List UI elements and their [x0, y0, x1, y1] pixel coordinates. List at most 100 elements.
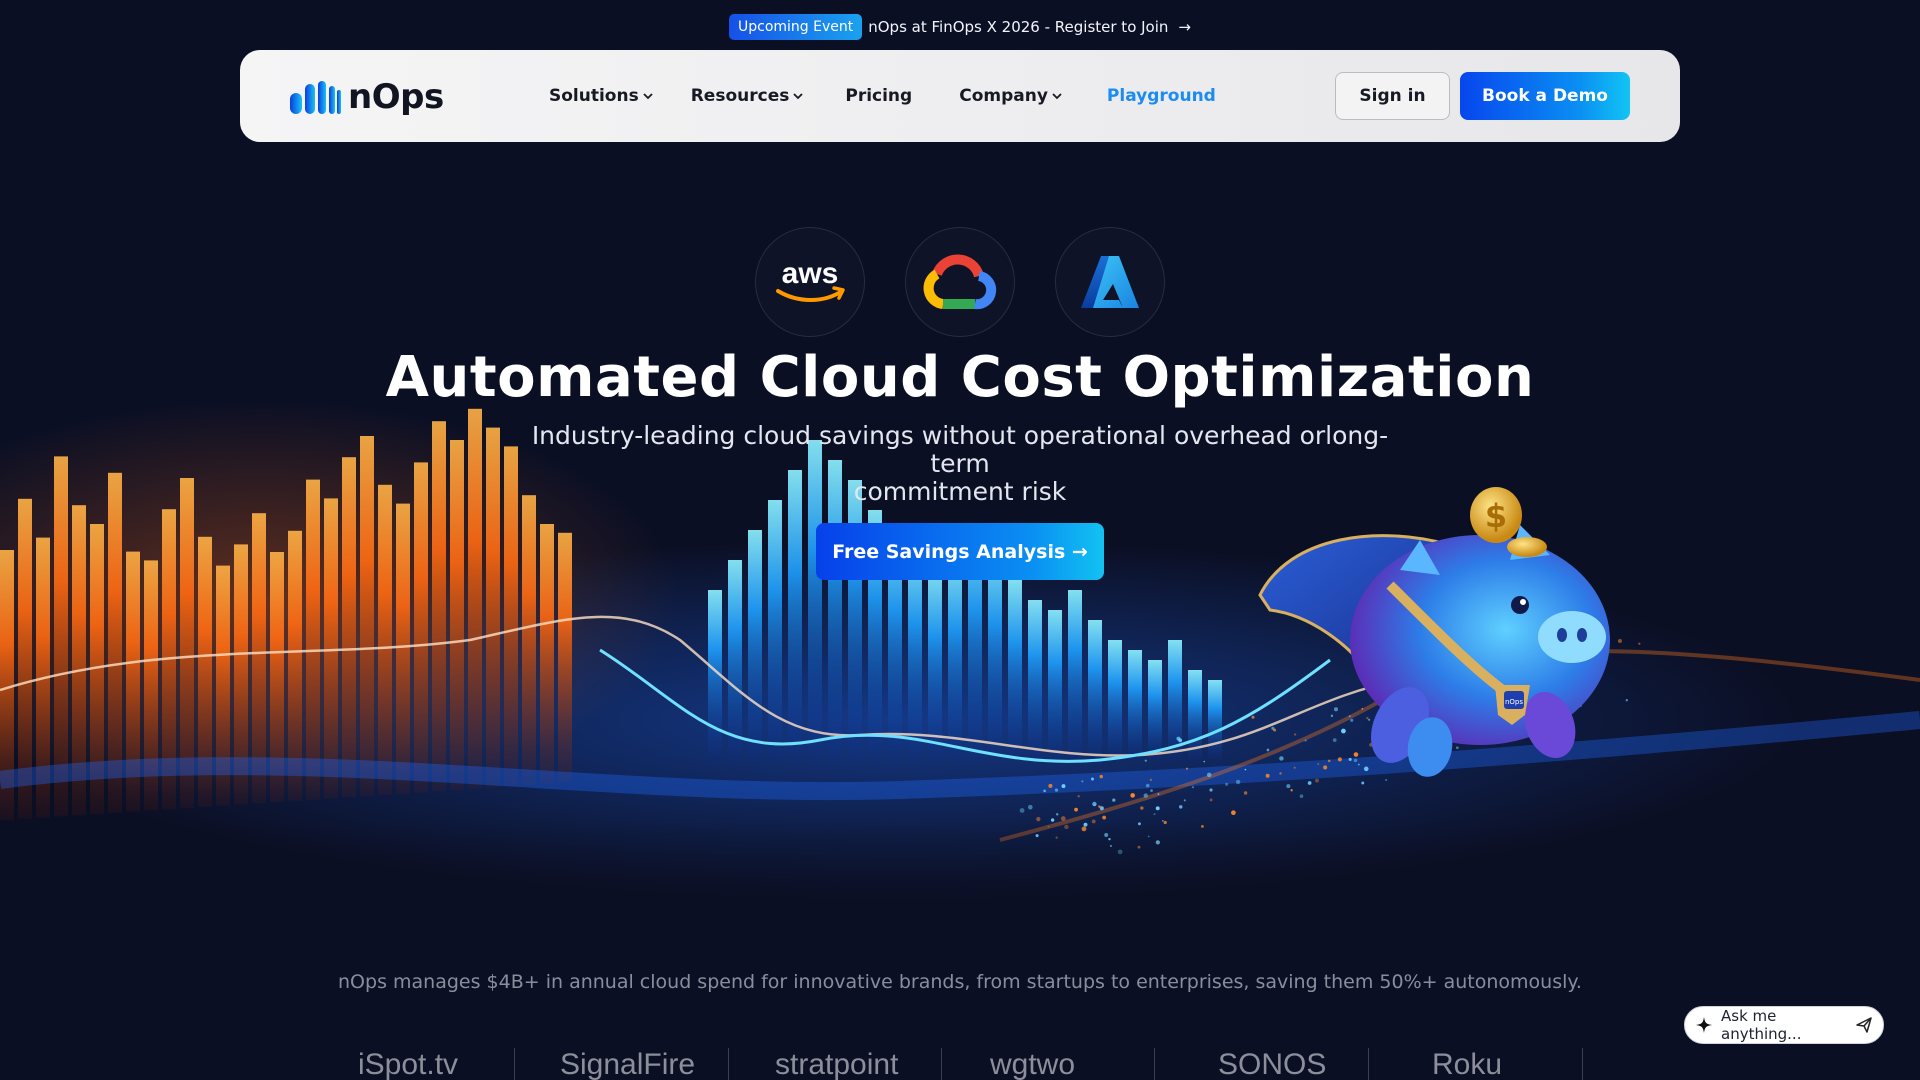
nops-logo[interactable]: nOps	[290, 77, 444, 117]
decorative-blue-bar	[948, 560, 962, 760]
aws-text: aws	[782, 257, 839, 290]
decorative-spark	[1178, 805, 1183, 809]
decorative-spark	[1155, 806, 1160, 811]
decorative-spark	[1081, 780, 1084, 783]
decorative-spark	[1092, 801, 1097, 807]
logo-divider	[514, 1048, 515, 1080]
customer-logo-signalfire: SignalFire	[560, 1048, 696, 1080]
decorative-spark	[1231, 810, 1236, 816]
decorative-blue-bar	[1028, 600, 1042, 760]
decorative-spark	[1206, 772, 1212, 778]
decorative-blue-bar	[1128, 650, 1142, 760]
azure-icon	[1081, 256, 1139, 308]
nav-solutions-label: Solutions	[549, 86, 639, 106]
decorative-spark	[1191, 786, 1195, 789]
hero-subtitle-line2: commitment risk	[853, 477, 1067, 506]
decorative-blue-bar	[1068, 590, 1082, 760]
decorative-spark	[1157, 793, 1160, 795]
svg-text:$: $	[1485, 497, 1507, 535]
logo-divider	[1154, 1048, 1155, 1080]
decorative-blue-bar	[1208, 680, 1222, 760]
decorative-spark	[1299, 794, 1304, 798]
decorative-spark	[1203, 760, 1206, 763]
event-badge: Upcoming Event	[728, 14, 863, 40]
logo-divider	[1582, 1048, 1583, 1080]
decorative-blue-bar	[908, 550, 922, 760]
sparkle-icon	[1696, 1017, 1712, 1033]
customer-logo-wgtwo: wgtwo	[990, 1048, 1076, 1080]
decorative-blue-bar	[748, 530, 762, 760]
decorative-orange-bar	[360, 436, 374, 796]
decorative-orange-bar	[540, 524, 554, 784]
customer-logos-strip: iSpot.tv SignalFire stratpoint wgtwo SON…	[310, 1040, 1610, 1080]
google-cloud-icon	[923, 254, 997, 310]
stats-text: nOps manages $4B+ in annual cloud spend …	[338, 971, 1582, 993]
decorative-spark	[1048, 783, 1053, 788]
nav-company[interactable]: Company	[959, 86, 1062, 106]
decorative-spark	[1091, 777, 1094, 781]
decorative-spark	[1055, 813, 1059, 816]
decorative-blue-bar	[768, 500, 782, 760]
decorative-spark	[1209, 788, 1213, 792]
decorative-spark	[1061, 784, 1066, 789]
nav-resources[interactable]: Resources	[691, 86, 804, 106]
decorative-orange-bar	[450, 440, 464, 790]
decorative-blue-bar	[848, 480, 862, 760]
nav-pricing[interactable]: Pricing	[845, 86, 912, 106]
nops-logo-icon	[290, 81, 341, 114]
mascot-badge-text: nOps	[1505, 698, 1523, 706]
decorative-orange-bar	[378, 484, 392, 795]
decorative-spark	[1019, 808, 1025, 813]
chat-placeholder: Ask me anything...	[1721, 1007, 1802, 1043]
piggy-bank-mascot-icon: nOps $	[1258, 487, 1610, 777]
logo-divider	[728, 1048, 729, 1080]
nav-playground[interactable]: Playground	[1107, 86, 1216, 106]
decorative-blue-bar	[1088, 620, 1102, 760]
nav-playground-label: Playground	[1106, 86, 1216, 106]
nav-resources-label: Resources	[690, 86, 790, 106]
decorative-spark	[1074, 807, 1078, 812]
decorative-blue-bar	[728, 560, 742, 760]
nav-solutions[interactable]: Solutions	[549, 86, 653, 106]
send-icon[interactable]	[1855, 1016, 1873, 1034]
decorative-spark	[1225, 782, 1229, 786]
decorative-spark	[1149, 778, 1153, 782]
announcement-text[interactable]: nOps at FinOps X 2026 - Register to Join	[868, 18, 1168, 36]
decorative-spark	[1153, 813, 1156, 816]
sign-in-button[interactable]: Sign in	[1335, 72, 1450, 120]
decorative-spark	[1150, 789, 1153, 793]
customer-logo-roku: Roku	[1432, 1048, 1503, 1080]
google-cloud-provider-badge	[905, 227, 1015, 337]
decorative-spark	[1638, 642, 1641, 645]
decorative-orange-bar	[54, 456, 68, 817]
chevron-down-icon	[793, 93, 803, 100]
nav-company-label: Company	[959, 86, 1048, 106]
decorative-spark	[1243, 791, 1248, 795]
book-demo-button[interactable]: Book a Demo	[1460, 72, 1630, 120]
announcement-bar[interactable]: Upcoming Event nOps at FinOps X 2026 - R…	[0, 13, 1920, 41]
decorative-spark	[1244, 768, 1247, 771]
chevron-down-icon	[643, 93, 653, 100]
decorative-spark	[1209, 798, 1213, 802]
main-navbar: nOps Solutions Resources Pricing Company…	[240, 50, 1680, 142]
customer-logo-stratpoint: stratpoint	[775, 1048, 899, 1080]
decorative-orange-bar	[396, 503, 410, 794]
decorative-orange-bar	[414, 462, 428, 793]
ask-me-anything-chat-input[interactable]: Ask me anything...	[1684, 1006, 1884, 1044]
decorative-spark	[1235, 779, 1241, 785]
decorative-spark	[1098, 805, 1101, 808]
decorative-spark	[1099, 774, 1103, 779]
decorative-blue-bar	[1008, 580, 1022, 760]
logo-wordmark: nOps	[348, 77, 444, 117]
nav-menu: Solutions Resources Pricing Company Play…	[549, 80, 1216, 112]
nav-pricing-label: Pricing	[845, 86, 913, 106]
decorative-spark	[1178, 738, 1183, 743]
decorative-blue-bar	[1148, 660, 1162, 760]
logo-divider	[1368, 1048, 1369, 1080]
decorative-blue-bar	[788, 470, 802, 760]
free-savings-analysis-button[interactable]: Free Savings Analysis →	[816, 523, 1104, 580]
decorative-spark	[1054, 788, 1059, 792]
decorative-orange-bar	[342, 457, 356, 798]
azure-provider-badge	[1055, 227, 1165, 337]
decorative-orange-bar	[324, 498, 338, 799]
